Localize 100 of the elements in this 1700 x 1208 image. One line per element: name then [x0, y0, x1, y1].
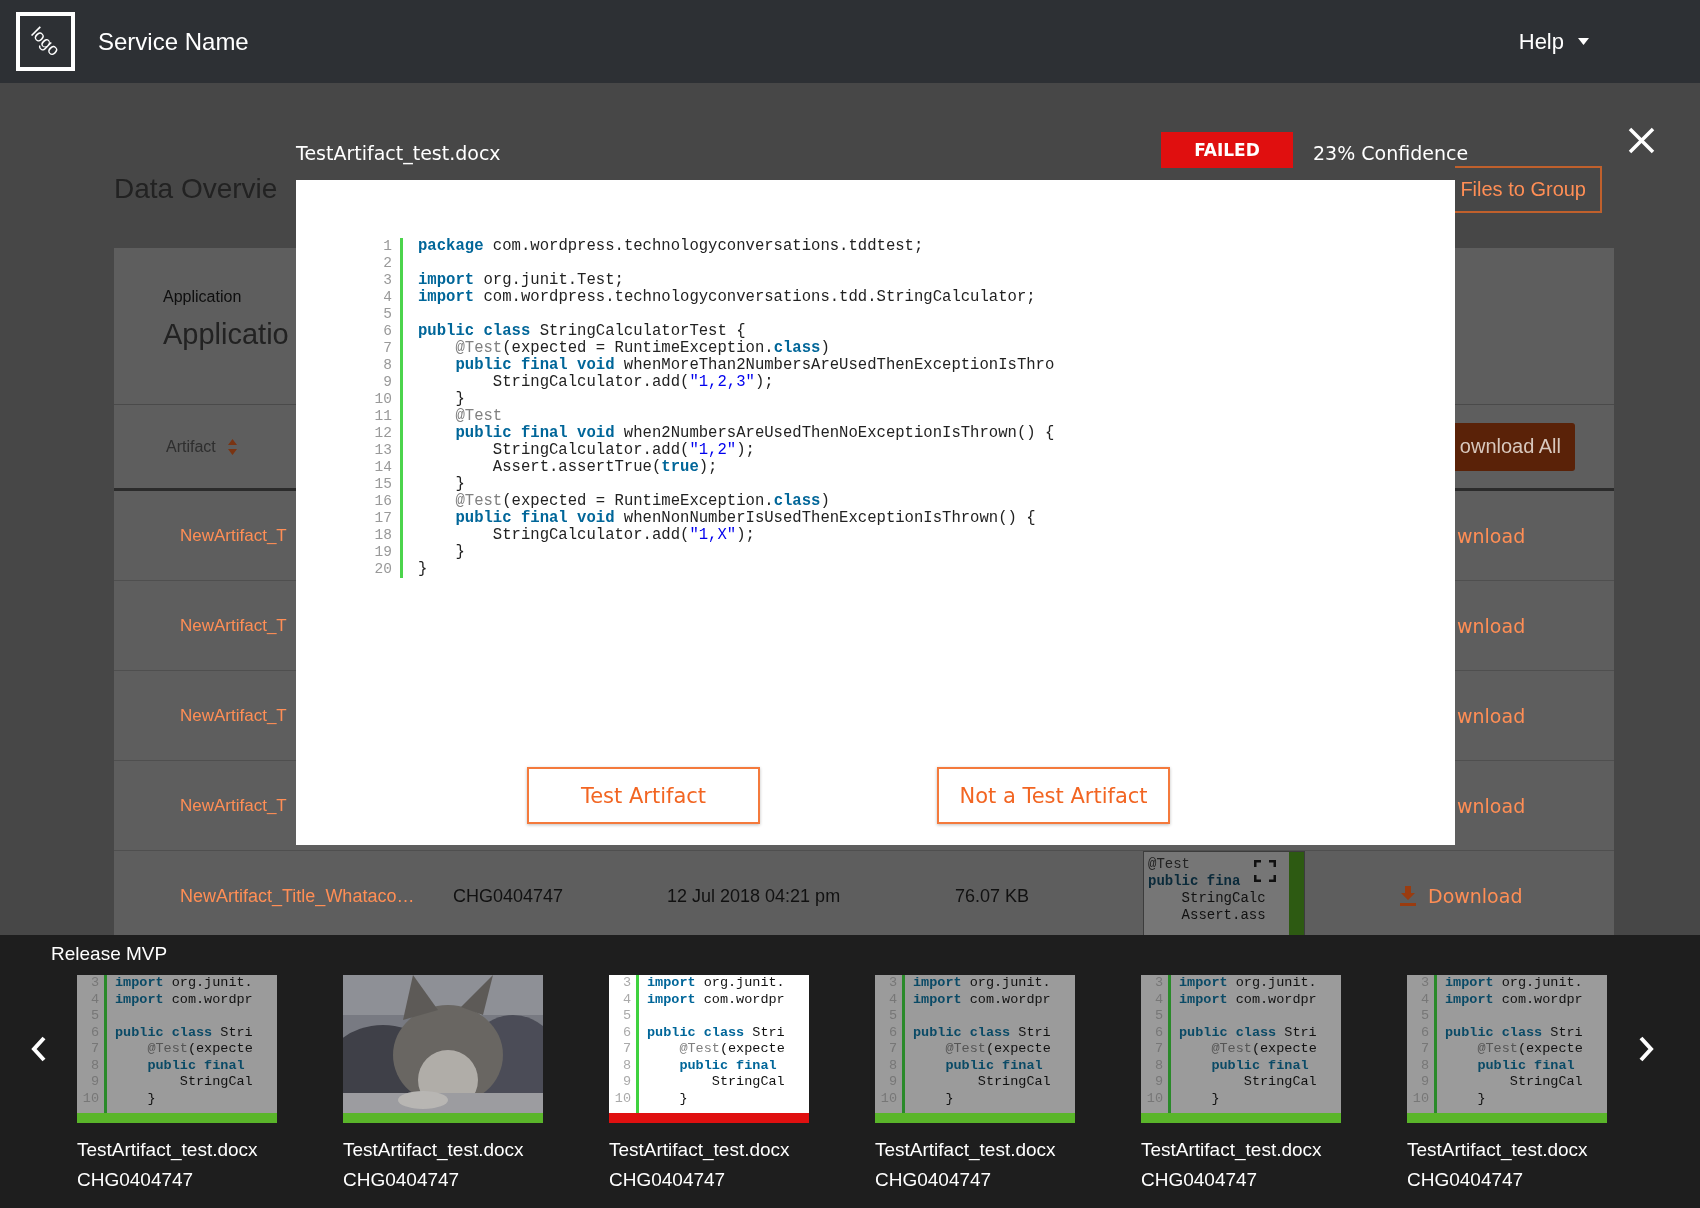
file-name: TestArtifact_test.docx — [1407, 1139, 1589, 1161]
close-icon[interactable] — [1628, 127, 1655, 154]
download-link[interactable]: wnload — [1455, 524, 1526, 547]
change-number: CHG0404747 — [875, 1169, 993, 1191]
line-number: 3 — [382, 272, 392, 289]
download-link[interactable]: Download — [1400, 885, 1523, 907]
download-icon — [1400, 886, 1416, 906]
code-line: import com.wordpr — [913, 991, 1052, 1008]
change-number: CHG0404747 — [1141, 1169, 1259, 1191]
file-name: TestArtifact_test.docx — [875, 1139, 1057, 1161]
change-number: CHG0404747 — [1407, 1169, 1525, 1191]
code-line: StringCal — [976, 1074, 1052, 1091]
code-line: public class Stri — [913, 1024, 1052, 1041]
line-number: 10 — [373, 391, 392, 408]
change-number: CHG0404747 — [453, 885, 565, 907]
line-number: 6 — [621, 1024, 631, 1041]
code-line: public class Stri — [647, 1024, 786, 1041]
code-line: import com.wordpr — [647, 991, 786, 1008]
code-line: public final — [1210, 1057, 1310, 1074]
code-line: @Test(expected = RuntimeException.class) — [454, 340, 831, 357]
code-line: StringCalculator.add("1,2,3"); — [491, 374, 775, 391]
line-number: 3 — [621, 975, 631, 992]
download-link[interactable]: wnload — [1455, 794, 1526, 817]
application-value: Applicatio — [163, 318, 289, 351]
code-line: } — [1476, 1090, 1487, 1107]
code-line: StringCal — [1508, 1074, 1584, 1091]
download-all-button[interactable]: ownload All — [1455, 422, 1575, 471]
code-line: import org.junit. — [647, 975, 786, 992]
code-line: import com.wordpress.technologyconversations.tdd.StringCalculator; — [418, 289, 1037, 306]
line-number: 2 — [382, 255, 392, 272]
help-menu[interactable]: Help — [1518, 28, 1589, 55]
artifact-link[interactable]: NewArtifact_T — [114, 525, 296, 546]
code-line: @Test — [1148, 856, 1190, 873]
code-line: import com.wordpr — [1179, 991, 1318, 1008]
line-number: 9 — [621, 1074, 631, 1091]
code-line: @Test — [454, 408, 504, 425]
test-artifact-button[interactable]: Test Artifact — [527, 767, 760, 824]
line-number: 13 — [373, 442, 392, 459]
change-number: CHG0404747 — [609, 1169, 727, 1191]
file-name: TestArtifact_test.docx — [296, 142, 501, 164]
line-number: 14 — [373, 459, 392, 476]
line-number: 11 — [373, 408, 392, 425]
chevron-left-icon — [30, 1036, 47, 1062]
code-line: public final void when2NumbersAreUsedThenNoExceptionIsThrown() { — [454, 425, 1055, 442]
code-line: StringCal — [1242, 1074, 1318, 1091]
line-number: 19 — [373, 544, 392, 561]
artifact-link[interactable]: NewArtifact_T — [114, 615, 296, 636]
code-line: public final void whenMoreThan2NumbersAreUsedThenExceptionIsThro — [454, 357, 1055, 374]
code-line: public fina — [1148, 873, 1241, 890]
code-line: } — [454, 476, 466, 493]
code-line: } — [678, 1090, 689, 1107]
code-line: @Test(expecte — [1210, 1041, 1318, 1058]
code-line: StringCalculator.add("1,X"); — [491, 527, 756, 544]
line-number: 8 — [382, 357, 392, 374]
status-badge: FAILED — [1161, 132, 1293, 168]
line-number: 17 — [373, 510, 392, 527]
document-preview[interactable]: @Test public fina StringCalc Assert.ass — [1143, 851, 1305, 935]
file-name: TestArtifact_test.docx — [1141, 1139, 1323, 1161]
code-line: } — [454, 391, 466, 408]
line-number: 6 — [382, 323, 392, 340]
file-name: TestArtifact_test.docx — [77, 1139, 259, 1161]
code-line: } — [146, 1090, 157, 1107]
date-cell-text: 12 Jul 2018 04:21 pm — [667, 885, 842, 907]
line-number: 8 — [621, 1057, 631, 1074]
files-to-group-button[interactable]: Files to Group — [1455, 166, 1602, 213]
code-line: import org.junit. — [1179, 975, 1318, 992]
file-name: TestArtifact_test.docx — [343, 1139, 525, 1161]
code-line: public final void whenNonNumberIsUsedThenExceptionIsThrown() { — [454, 510, 1037, 527]
code-line: StringCal — [710, 1074, 786, 1091]
change-number: CHG0404747 — [343, 1169, 461, 1191]
artifact-link[interactable]: NewArtifact_T — [114, 795, 296, 816]
line-number: 10 — [613, 1090, 631, 1107]
code-line: StringCalculator.add("1,2"); — [491, 442, 756, 459]
code-line: public final — [146, 1057, 246, 1074]
code-line: import com.wordpr — [115, 991, 254, 1008]
code-line: @Test(expecte — [1476, 1041, 1584, 1058]
download-link[interactable]: wnload — [1455, 704, 1526, 727]
code-line: @Test(expecte — [146, 1041, 254, 1058]
artifact-link[interactable]: NewArtifact_Title_Whataco… — [180, 885, 453, 907]
line-number: 16 — [373, 493, 392, 510]
code-line: import org.junit. — [115, 975, 254, 992]
code-line: package com.wordpress.technologyconversations.tddtest; — [418, 238, 925, 255]
line-number: 5 — [382, 306, 392, 323]
file-name: TestArtifact_test.docx — [609, 1139, 791, 1161]
line-number: 15 — [373, 476, 392, 493]
expand-icon[interactable] — [1254, 860, 1276, 882]
code-line: @Test(expecte — [944, 1041, 1052, 1058]
artifact-link[interactable]: NewArtifact_T — [114, 705, 296, 726]
line-number: 7 — [621, 1041, 631, 1058]
code-line: Assert.ass — [1180, 907, 1266, 924]
line-number: 4 — [621, 991, 631, 1008]
not-test-artifact-button[interactable]: Not a Test Artifact — [937, 767, 1170, 824]
code-line: } — [454, 544, 466, 561]
code-line: public final — [1476, 1057, 1576, 1074]
line-number: 1 — [382, 238, 392, 255]
code-line: import org.junit.Test; — [418, 272, 625, 289]
confidence-text: 23% Confidence — [1313, 142, 1469, 164]
download-link[interactable]: wnload — [1455, 614, 1526, 637]
line-number: 9 — [382, 374, 392, 391]
code-line: public class StringCalculatorTest { — [418, 323, 747, 340]
